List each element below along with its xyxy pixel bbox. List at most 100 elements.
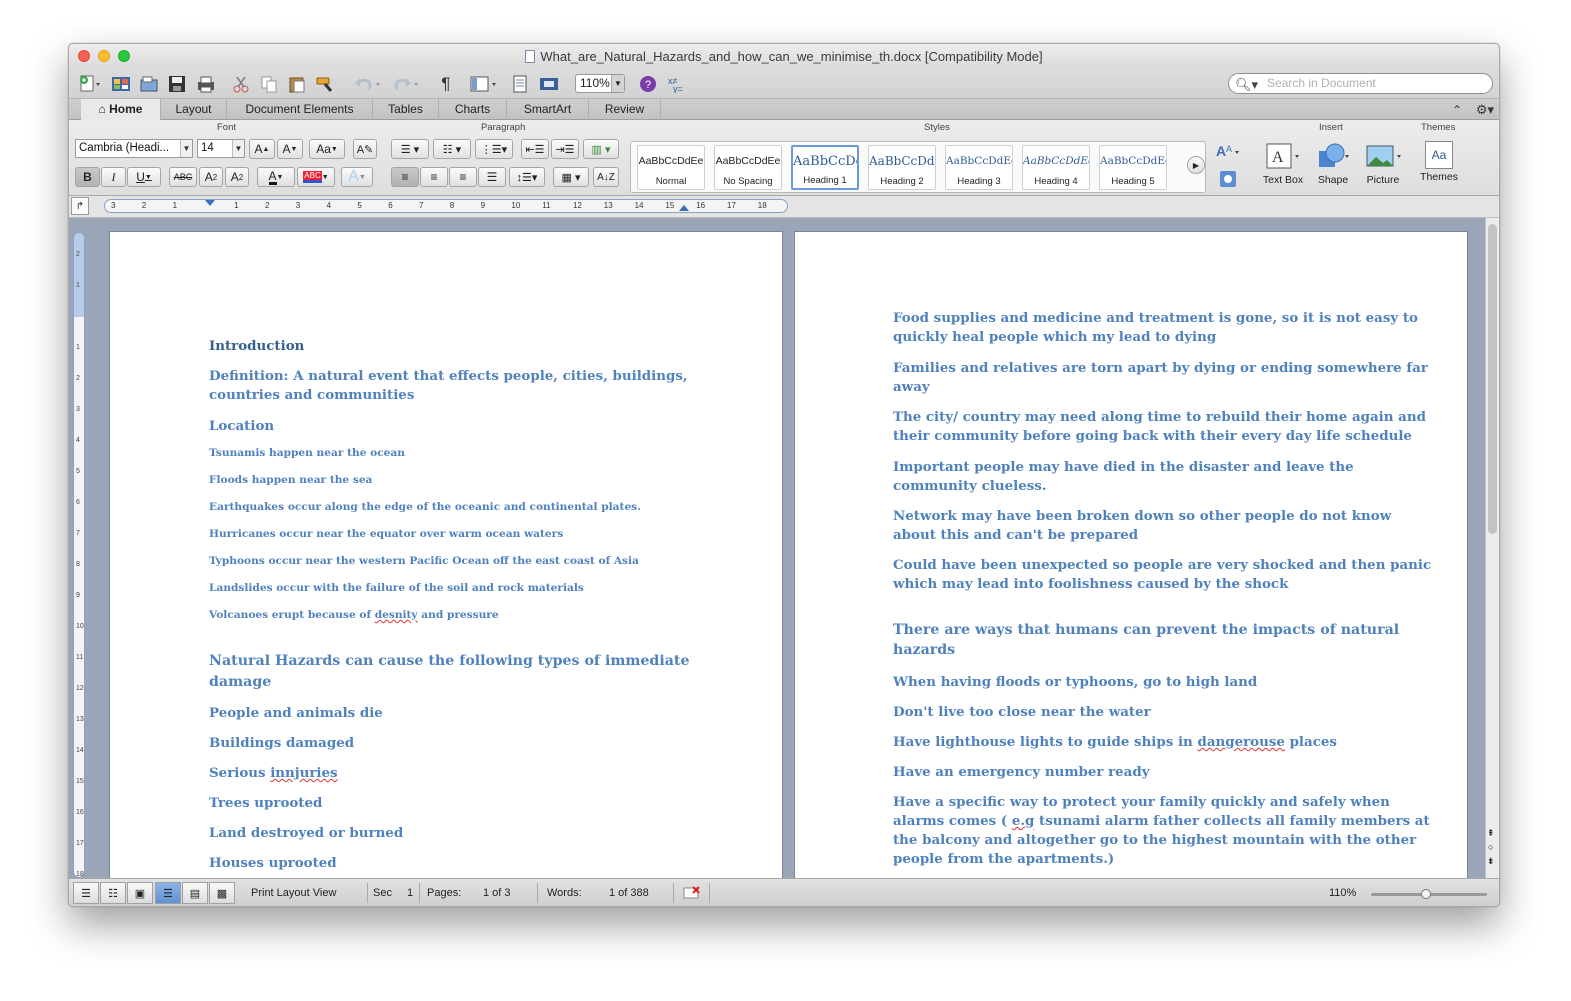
tab-document-elements[interactable]: Document Elements: [227, 99, 373, 120]
document-paragraph[interactable]: The city/ country may need along time to…: [893, 409, 1426, 425]
tab-home[interactable]: ⌂ Home: [81, 99, 161, 121]
cut-icon[interactable]: [229, 73, 253, 95]
document-paragraph[interactable]: Have a specific way to protect your fami…: [893, 794, 1390, 810]
tab-smartart[interactable]: SmartArt: [507, 99, 589, 120]
document-paragraph[interactable]: away: [893, 379, 930, 395]
document-paragraph[interactable]: hazards: [893, 642, 955, 658]
document-paragraph[interactable]: People and animals die: [209, 705, 383, 721]
vertical-ruler[interactable]: 2 1 1 2 3 4 5 6 7 8 9 10 11 12 13 14 15 16 17 18: [73, 232, 85, 878]
decrease-indent-button[interactable]: ⇤☰: [521, 139, 549, 159]
spelling-error[interactable]: desnity: [375, 609, 418, 621]
insert-picture-button[interactable]: Picture: [1359, 141, 1407, 186]
publishing-view-button[interactable]: ▣: [127, 882, 153, 904]
collapse-ribbon-icon[interactable]: ⌃: [1447, 99, 1467, 121]
ribbon-settings-icon[interactable]: ⚙︎▾: [1471, 99, 1499, 121]
document-paragraph[interactable]: Earthquakes occur along the edge of the …: [209, 501, 641, 513]
style-heading-4[interactable]: AaBbCcDdEe Heading 4: [1022, 145, 1090, 190]
increase-indent-button[interactable]: ⇥☰: [551, 139, 579, 159]
clear-formatting-button[interactable]: A✎: [353, 139, 377, 159]
grow-font-button[interactable]: A ▲: [249, 139, 275, 159]
sidebar-toggle-icon[interactable]: [467, 73, 501, 95]
document-paragraph[interactable]: which may lead into foolishness caused b…: [893, 576, 1288, 592]
horizontal-ruler[interactable]: 3 2 1 1 2 3 4 5 6 7 8 9 10 11 12 13 14 15 16 17 18: [104, 199, 788, 213]
show-formatting-icon[interactable]: ¶: [435, 73, 457, 95]
document-paragraph[interactable]: the balcony and altogether go to the hig…: [893, 832, 1416, 848]
insert-text-box-button[interactable]: A Text Box: [1259, 141, 1307, 186]
document-paragraph[interactable]: Trees uprooted: [209, 795, 322, 811]
print-layout-icon[interactable]: [509, 73, 531, 95]
document-paragraph[interactable]: Location: [209, 418, 274, 434]
document-paragraph[interactable]: alarms comes ( e.g tsunami alarm father …: [893, 813, 1430, 829]
document-paragraph[interactable]: Families and relatives are torn apart by…: [893, 360, 1428, 376]
next-page-icon[interactable]: ⇟: [1487, 856, 1495, 867]
document-paragraph[interactable]: countries and communities: [209, 387, 414, 403]
document-paragraph[interactable]: Have lighthouse lights to guide ships in…: [893, 734, 1337, 750]
strikethrough-button[interactable]: ABC: [169, 167, 197, 187]
help-icon[interactable]: ?: [637, 73, 659, 95]
document-paragraph[interactable]: quickly heal people which my lead to dyi…: [893, 329, 1216, 345]
sort-button[interactable]: A↓Z: [593, 167, 619, 187]
document-paragraph[interactable]: damage: [209, 674, 271, 690]
tab-charts[interactable]: Charts: [439, 99, 507, 120]
outline-view-button[interactable]: ☷: [100, 882, 126, 904]
undo-icon[interactable]: [351, 73, 385, 95]
zoom-select[interactable]: 110% ▼: [575, 74, 625, 93]
document-paragraph[interactable]: Natural Hazards can cause the following …: [209, 653, 690, 669]
align-right-button[interactable]: ≡: [449, 167, 477, 187]
document-paragraph[interactable]: Hurricanes occur near the equator over w…: [209, 528, 563, 540]
format-painter-icon[interactable]: [313, 73, 339, 95]
draft-view-button[interactable]: ☰: [73, 882, 99, 904]
shrink-font-button[interactable]: A ▼: [277, 139, 303, 159]
style-heading-5[interactable]: AaBbCcDdEe Heading 5: [1099, 145, 1167, 190]
align-center-button[interactable]: ≡: [420, 167, 448, 187]
zoom-slider[interactable]: [1371, 889, 1487, 899]
document-paragraph[interactable]: community clueless.: [893, 478, 1046, 494]
document-paragraph[interactable]: about this and can't be prepared: [893, 527, 1138, 543]
document-paragraph[interactable]: people from the apartments.): [893, 851, 1114, 867]
subscript-button[interactable]: A2: [225, 167, 249, 187]
text-styles-icon[interactable]: AA: [1213, 140, 1243, 162]
document-page-2[interactable]: Food supplies and medicine and treatment…: [795, 232, 1467, 878]
document-paragraph[interactable]: Houses uprooted: [209, 855, 337, 871]
print-layout-view-button[interactable]: ☰: [155, 882, 181, 904]
highlight-button[interactable]: ABC ▼: [297, 167, 335, 187]
spelling-error[interactable]: dangerouse: [1197, 734, 1284, 750]
equation-icon[interactable]: x≠ y=: [665, 73, 689, 95]
borders-button[interactable]: ▦ ▾: [553, 167, 589, 187]
tab-layout[interactable]: Layout: [161, 99, 227, 120]
document-paragraph[interactable]: Floods happen near the sea: [209, 474, 372, 486]
tab-tables[interactable]: Tables: [373, 99, 439, 120]
redo-icon[interactable]: [389, 73, 423, 95]
proofing-error-icon[interactable]: [683, 886, 701, 900]
style-heading-2[interactable]: AaBbCcDdI Heading 2: [868, 145, 936, 190]
document-paragraph[interactable]: Land destroyed or burned: [209, 825, 403, 841]
document-paragraph[interactable]: Landslides occur with the failure of the…: [209, 582, 584, 594]
indent-marker-icon[interactable]: [205, 200, 215, 206]
zoom-slider-thumb[interactable]: [1421, 889, 1431, 899]
focus-view-button[interactable]: ▩: [209, 882, 235, 904]
italic-button[interactable]: I: [101, 167, 126, 187]
document-paragraph[interactable]: There are ways that humans can prevent t…: [893, 622, 1399, 638]
style-heading-3[interactable]: AaBbCcDdEe Heading 3: [945, 145, 1013, 190]
themes-button[interactable]: Aa Themes: [1417, 141, 1461, 183]
document-paragraph[interactable]: Tsunamis happen near the ocean: [209, 447, 405, 459]
document-paragraph[interactable]: Could have been unexpected so people are…: [893, 557, 1431, 573]
superscript-button[interactable]: A2: [199, 167, 223, 187]
search-field[interactable]: 🔍︎▾ Search in Document: [1228, 73, 1493, 94]
multilevel-list-button[interactable]: ⋮☰▾: [475, 139, 513, 159]
pages-value[interactable]: 1 of 3: [483, 887, 511, 899]
template-gallery-icon[interactable]: [109, 73, 133, 95]
font-color-button[interactable]: A ▼: [257, 167, 295, 187]
copy-icon[interactable]: [257, 73, 281, 95]
document-paragraph[interactable]: Don't live too close near the water: [893, 704, 1151, 720]
line-spacing-button[interactable]: ↕☰▾: [509, 167, 545, 187]
save-icon[interactable]: [165, 73, 189, 95]
words-value[interactable]: 1 of 388: [609, 887, 649, 899]
document-paragraph[interactable]: Introduction: [209, 338, 304, 354]
insert-shape-button[interactable]: Shape: [1309, 141, 1357, 186]
open-icon[interactable]: [137, 73, 161, 95]
document-paragraph[interactable]: Have an emergency number ready: [893, 764, 1149, 780]
scrollbar-thumb[interactable]: [1488, 224, 1497, 534]
document-paragraph[interactable]: Food supplies and medicine and treatment…: [893, 310, 1418, 326]
spelling-error[interactable]: innjuries: [270, 765, 337, 781]
